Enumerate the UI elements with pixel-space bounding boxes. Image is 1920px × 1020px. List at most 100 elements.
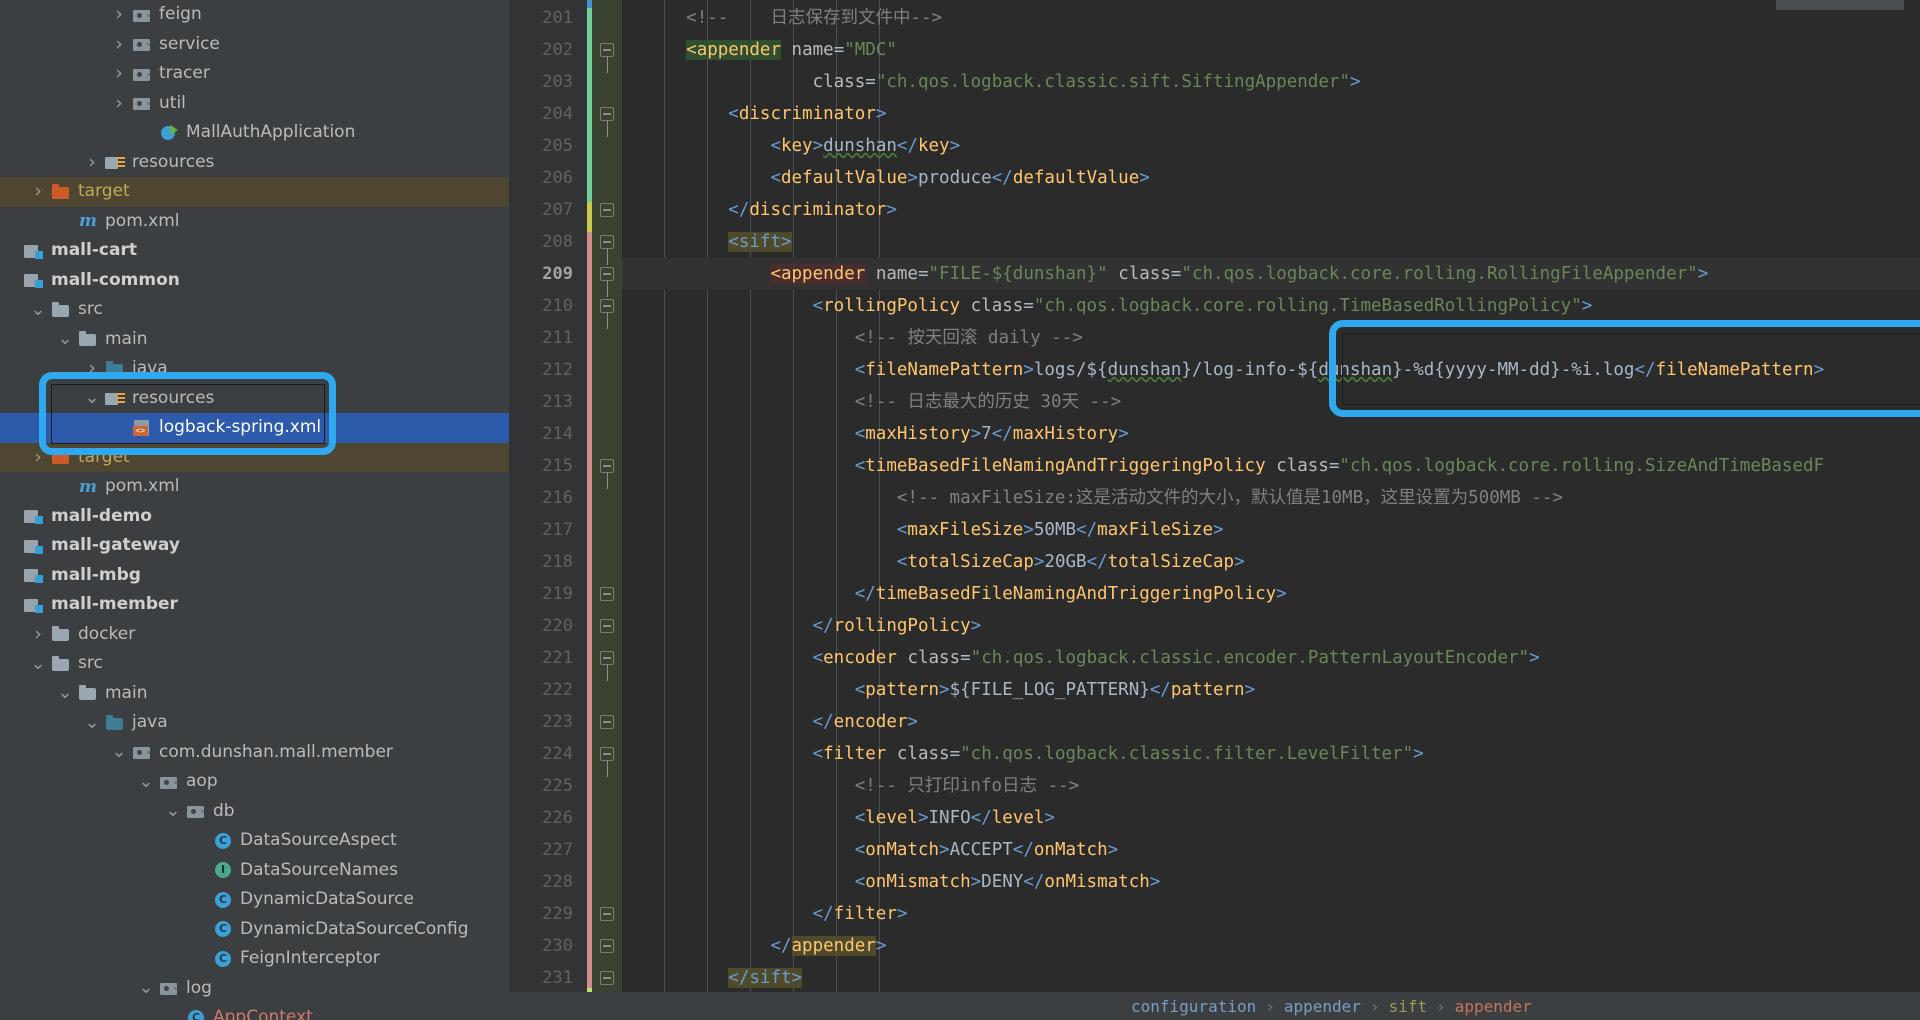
code-line[interactable]: </appender>: [622, 930, 1920, 962]
tree-item-java[interactable]: ⌄ java: [0, 708, 509, 738]
fold-expand-icon[interactable]: [600, 971, 614, 985]
code-line[interactable]: <onMismatch>DENY</onMismatch>: [622, 866, 1920, 898]
code-line[interactable]: <!-- maxFileSize:这是活动文件的大小，默认值是10MB，这里设置…: [622, 482, 1920, 514]
project-tree[interactable]: › feign › service › tracer › util MallAuthApplic…: [0, 0, 509, 1020]
tree-item-main[interactable]: ⌄ main: [0, 325, 509, 355]
breadcrumb-item[interactable]: appender: [1284, 997, 1361, 1016]
tree-item-target[interactable]: › target: [0, 177, 509, 207]
vcs-change-marker[interactable]: [587, 202, 592, 232]
tree-item-resources[interactable]: ⌄ resources: [0, 384, 509, 414]
tree-item-dynamicdatasource[interactable]: DynamicDataSource: [0, 885, 509, 915]
scrollbar-thumb[interactable]: [1776, 0, 1904, 10]
code-line[interactable]: </encoder>: [622, 706, 1920, 738]
tree-item-mall-member[interactable]: mall-member: [0, 590, 509, 620]
chevron-down-icon[interactable]: ⌄: [30, 300, 46, 318]
chevron-right-icon[interactable]: ›: [30, 182, 46, 201]
code-line[interactable]: <encoder class="ch.qos.logback.classic.e…: [622, 642, 1920, 674]
tree-item-mall-gateway[interactable]: mall-gateway: [0, 531, 509, 561]
breadcrumb-item[interactable]: appender: [1455, 997, 1532, 1016]
fold-collapse-icon[interactable]: [600, 299, 614, 329]
breadcrumb[interactable]: configuration › appender › sift › appender: [509, 992, 1920, 1020]
code-line[interactable]: <totalSizeCap>20GB</totalSizeCap>: [622, 546, 1920, 578]
fold-collapse-icon[interactable]: [600, 747, 614, 777]
fold-expand-icon[interactable]: [600, 907, 614, 921]
tree-item-aop[interactable]: ⌄ aop: [0, 767, 509, 797]
code-content[interactable]: <!-- 日志保存到文件中--> <appender name="MDC" cl…: [622, 0, 1920, 1020]
tree-item-db[interactable]: ⌄ db: [0, 797, 509, 827]
tree-item-tracer[interactable]: › tracer: [0, 59, 509, 89]
code-line[interactable]: <maxFileSize>50MB</maxFileSize>: [622, 514, 1920, 546]
tree-item-feigninterceptor[interactable]: FeignInterceptor: [0, 944, 509, 974]
chevron-down-icon[interactable]: ⌄: [84, 713, 100, 731]
fold-expand-icon[interactable]: [600, 715, 614, 729]
code-editor[interactable]: <!-- 日志保存到文件中--> <appender name="MDC" cl…: [509, 0, 1920, 1020]
fold-collapse-icon[interactable]: [600, 235, 614, 265]
tree-item-mall-common[interactable]: mall-common: [0, 266, 509, 296]
chevron-down-icon[interactable]: ⌄: [30, 654, 46, 672]
chevron-down-icon[interactable]: ⌄: [138, 772, 154, 790]
tree-item-util[interactable]: › util: [0, 89, 509, 119]
tree-item-mall-demo[interactable]: mall-demo: [0, 502, 509, 532]
fold-expand-icon[interactable]: [600, 203, 614, 217]
tree-item-logback-spring-xml[interactable]: logback-spring.xml: [0, 413, 509, 443]
code-line[interactable]: <level>INFO</level>: [622, 802, 1920, 834]
code-line[interactable]: <fileNamePattern>logs/${dunshan}/log-inf…: [622, 354, 1920, 386]
chevron-down-icon[interactable]: ⌄: [138, 979, 154, 997]
chevron-down-icon[interactable]: ⌄: [165, 802, 181, 820]
breadcrumb-item[interactable]: sift: [1389, 997, 1428, 1016]
chevron-right-icon[interactable]: ›: [84, 359, 100, 378]
fold-expand-icon[interactable]: [600, 587, 614, 601]
code-line[interactable]: </discriminator>: [622, 194, 1920, 226]
tree-item-log[interactable]: ⌄ log: [0, 974, 509, 1004]
code-line[interactable]: <appender name="MDC": [622, 34, 1920, 66]
code-line[interactable]: <timeBasedFileNamingAndTriggeringPolicy …: [622, 450, 1920, 482]
code-line[interactable]: <onMatch>ACCEPT</onMatch>: [622, 834, 1920, 866]
chevron-right-icon[interactable]: ›: [30, 624, 46, 644]
code-line[interactable]: <!-- 日志最大的历史 30天 -->: [622, 386, 1920, 418]
code-line[interactable]: <discriminator>: [622, 98, 1920, 130]
tree-item-target[interactable]: › target: [0, 442, 509, 472]
fold-collapse-icon[interactable]: [600, 651, 614, 681]
fold-collapse-icon[interactable]: [600, 459, 614, 489]
chevron-right-icon[interactable]: ›: [111, 5, 127, 24]
tree-item-datasourceaspect[interactable]: DataSourceAspect: [0, 826, 509, 856]
project-tree-panel[interactable]: › feign › service › tracer › util MallAuthApplic…: [0, 0, 509, 1020]
code-line[interactable]: <filter class="ch.qos.logback.classic.fi…: [622, 738, 1920, 770]
code-line[interactable]: <!-- 只打印info日志 -->: [622, 770, 1920, 802]
tree-item-main[interactable]: ⌄ main: [0, 679, 509, 709]
code-line[interactable]: </filter>: [622, 898, 1920, 930]
chevron-down-icon[interactable]: ⌄: [57, 684, 73, 702]
tree-item-com-dunshan-mall-member[interactable]: ⌄ com.dunshan.mall.member: [0, 738, 509, 768]
tree-item-dynamicdatasourceconfig[interactable]: DynamicDataSourceConfig: [0, 915, 509, 945]
fold-expand-icon[interactable]: [600, 619, 614, 633]
code-line[interactable]: <pattern>${FILE_LOG_PATTERN}</pattern>: [622, 674, 1920, 706]
code-line[interactable]: <defaultValue>produce</defaultValue>: [622, 162, 1920, 194]
code-line[interactable]: </sift>: [622, 962, 1920, 994]
vcs-change-marker[interactable]: [587, 232, 592, 988]
chevron-right-icon[interactable]: ›: [111, 93, 127, 113]
chevron-down-icon[interactable]: ⌄: [57, 330, 73, 348]
fold-collapse-icon[interactable]: [600, 43, 614, 73]
code-line[interactable]: <!-- 按天回滚 daily -->: [622, 322, 1920, 354]
fold-collapse-icon[interactable]: [600, 267, 614, 297]
tree-item-mall-mbg[interactable]: mall-mbg: [0, 561, 509, 591]
tree-item-docker[interactable]: › docker: [0, 620, 509, 650]
tree-item-service[interactable]: › service: [0, 30, 509, 60]
tree-item-java[interactable]: › java: [0, 354, 509, 384]
tree-item-appcontext[interactable]: AppContext: [0, 1003, 509, 1020]
code-line[interactable]: <rollingPolicy class="ch.qos.logback.cor…: [622, 290, 1920, 322]
chevron-right-icon[interactable]: ›: [111, 64, 127, 83]
tree-item-resources[interactable]: › resources: [0, 148, 509, 178]
chevron-right-icon[interactable]: ›: [111, 34, 127, 54]
code-line[interactable]: <sift>: [622, 226, 1920, 258]
tree-item-src[interactable]: ⌄ src: [0, 649, 509, 679]
code-line[interactable]: class="ch.qos.logback.classic.sift.Sifti…: [622, 66, 1920, 98]
tree-item-mall-cart[interactable]: mall-cart: [0, 236, 509, 266]
tree-item-pom-xml[interactable]: m pom.xml: [0, 472, 509, 502]
tree-item-feign[interactable]: › feign: [0, 0, 509, 30]
fold-expand-icon[interactable]: [600, 939, 614, 953]
chevron-right-icon[interactable]: ›: [84, 152, 100, 172]
chevron-down-icon[interactable]: ⌄: [111, 743, 127, 761]
chevron-right-icon[interactable]: ›: [30, 447, 46, 467]
vcs-change-marker[interactable]: [587, 0, 592, 8]
